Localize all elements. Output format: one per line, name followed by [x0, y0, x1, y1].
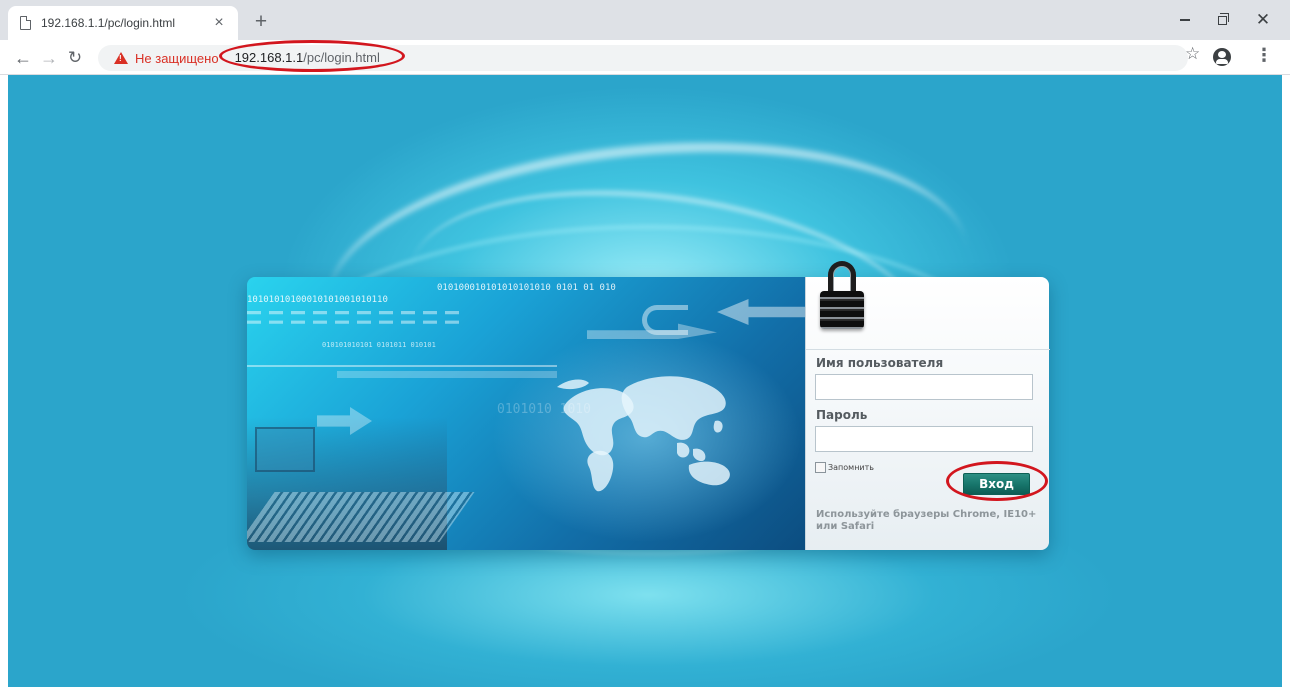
banner-keyboard: [247, 492, 475, 542]
binary-text: 010101010101 0101011 010101: [322, 341, 436, 349]
account-icon[interactable]: [1213, 48, 1231, 66]
remember-checkbox[interactable]: [815, 462, 826, 473]
banner-loop-arrow: [642, 305, 688, 335]
remember-label: Запомнить: [828, 463, 874, 472]
minimize-icon: [1180, 19, 1190, 21]
binary-text: 010100010101010101010 0101 01 010: [437, 283, 616, 293]
form-divider: [806, 349, 1050, 350]
password-label: Пароль: [816, 408, 868, 422]
banner-dashes: [247, 311, 467, 324]
warning-icon: [114, 52, 128, 64]
minimize-button[interactable]: [1170, 8, 1200, 32]
login-form: Имя пользователя Пароль Запомнить Вход И…: [805, 261, 1050, 550]
password-input[interactable]: [815, 426, 1033, 452]
bookmark-star-icon[interactable]: ☆: [1185, 44, 1200, 64]
username-input[interactable]: [815, 374, 1033, 400]
browser-hint: Используйте браузеры Chrome, IE10+ или S…: [816, 509, 1037, 532]
restore-icon: [1217, 12, 1229, 25]
login-banner-image: 010100010101010101010 0101 01 010 101010…: [247, 277, 805, 550]
url-host: 192.168.1.1: [234, 50, 304, 65]
page-icon: [20, 16, 31, 30]
tab-strip: 192.168.1.1/pc/login.html × + ✕: [0, 0, 1290, 40]
username-label: Имя пользователя: [816, 356, 944, 370]
browser-tab[interactable]: 192.168.1.1/pc/login.html ×: [8, 6, 238, 40]
padlock-icon: [820, 261, 864, 333]
back-button[interactable]: ←: [10, 45, 36, 71]
binary-text: 0101010 1010: [497, 402, 591, 417]
browser-toolbar: ← → ↻ Не защищено 192.168.1.1/pc/login.h…: [0, 40, 1290, 75]
banner-monitor: [255, 427, 315, 472]
address-bar[interactable]: Не защищено 192.168.1.1/pc/login.html: [98, 40, 1188, 72]
url-path: /pc/login.html: [303, 50, 380, 65]
tab-title: 192.168.1.1/pc/login.html: [41, 16, 176, 30]
menu-dots-icon[interactable]: ⋮: [1255, 45, 1273, 66]
banner-line: [247, 365, 557, 367]
forward-button[interactable]: →: [36, 45, 62, 71]
restore-button[interactable]: [1207, 8, 1237, 32]
remember-me[interactable]: Запомнить: [815, 462, 874, 473]
page-viewport: 010100010101010101010 0101 01 010 101010…: [8, 75, 1282, 687]
banner-arrow-icon: [717, 299, 805, 325]
not-secure-label[interactable]: Не защищено: [135, 51, 219, 66]
world-map-icon: [557, 376, 730, 492]
login-panel: 010100010101010101010 0101 01 010 101010…: [247, 261, 1050, 550]
url-text[interactable]: 192.168.1.1/pc/login.html: [218, 40, 405, 72]
banner-line: [337, 371, 557, 378]
tab-close-icon[interactable]: ×: [210, 14, 228, 32]
login-button[interactable]: Вход: [963, 473, 1030, 495]
close-window-button[interactable]: ✕: [1248, 8, 1278, 32]
new-tab-button[interactable]: +: [248, 9, 274, 35]
reload-button[interactable]: ↻: [62, 45, 88, 71]
binary-text: 10101010100010101001010110: [247, 295, 388, 305]
